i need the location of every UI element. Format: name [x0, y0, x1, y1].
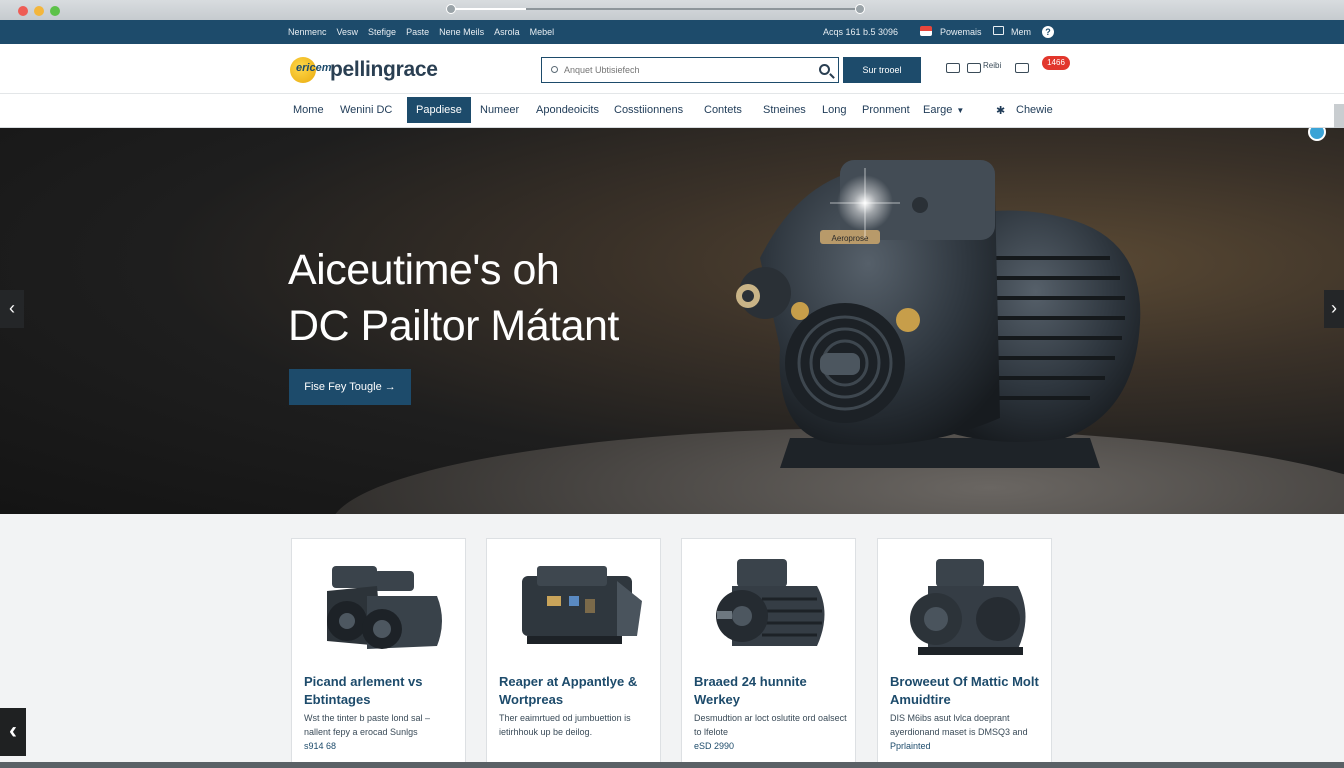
product-image — [910, 559, 1026, 655]
utility-link[interactable]: Asrola — [494, 27, 520, 37]
nav-item-active[interactable]: Papdiese — [407, 97, 471, 123]
product-card[interactable]: Picand arlement vs Ebtintages Wst the ti… — [291, 538, 466, 768]
product-description: Wst the tinter b paste lond sal – nallen… — [304, 713, 431, 737]
cart-icon[interactable] — [1015, 63, 1029, 73]
search-input[interactable] — [564, 62, 814, 78]
zoom-window-button[interactable] — [50, 6, 60, 16]
motor-nameplate: Aeroprose — [832, 234, 869, 243]
close-window-button[interactable] — [18, 6, 28, 16]
search-button[interactable]: Sur trooel — [843, 57, 921, 83]
mail-icon[interactable] — [993, 26, 1004, 35]
help-icon[interactable]: ? — [1042, 26, 1054, 38]
scrubber-start-knob[interactable] — [446, 4, 456, 14]
utility-link[interactable]: Stefige — [368, 27, 396, 37]
gear-icon[interactable]: ✱ — [996, 104, 1005, 117]
product-title[interactable]: Reaper at Appantlye & Wortpreas — [499, 673, 654, 709]
utility-link[interactable]: Paste — [406, 27, 429, 37]
product-section: Picand arlement vs Ebtintages Wst the ti… — [0, 514, 1344, 768]
flag-icon[interactable] — [920, 26, 932, 36]
nav-item-pronment[interactable]: Pronment — [862, 104, 910, 116]
main-navigation: Mome Wenini DC Papdiese Numeer Apondeoic… — [0, 94, 1344, 142]
nav-item-services[interactable]: Stneines — [763, 104, 806, 116]
cart-count-badge: 1466 — [1042, 56, 1070, 70]
product-price: Pprlainted — [890, 741, 931, 751]
utility-link[interactable]: Vesw — [337, 27, 359, 37]
minimize-window-button[interactable] — [34, 6, 44, 16]
motor-image: Aeroprose — [736, 160, 1141, 468]
business-hours: Acqs 161 b.5 3096 — [823, 27, 899, 37]
utility-link[interactable]: Mebel — [530, 27, 555, 37]
utility-link[interactable]: Nenmenc — [288, 27, 327, 37]
messages-link[interactable]: Mem — [1011, 27, 1031, 37]
nav-contact[interactable]: Chewie — [1016, 104, 1053, 116]
scrubber-end-knob[interactable] — [855, 4, 865, 14]
product-title[interactable]: Broweeut Of Mattic Molt Amuidtire — [890, 673, 1045, 709]
playback-scrubber[interactable] — [446, 4, 865, 14]
nav-item-dc[interactable]: Wenini DC — [340, 104, 392, 116]
hero-title-line-1: Aiceutime's oh — [288, 246, 560, 294]
product-price: s914 68 — [304, 741, 337, 751]
search-hint-icon — [551, 66, 558, 73]
product-image — [327, 566, 442, 649]
product-image — [716, 559, 825, 646]
product-price: eSD 2990 — [694, 741, 735, 751]
nav-item-dropdown[interactable]: Earge ▼ — [923, 104, 964, 116]
nav-item-long[interactable]: Long — [822, 104, 846, 116]
product-description: Ther eaimrtued od jumbuettion is ietirhh… — [499, 713, 631, 737]
search-icon[interactable] — [819, 64, 830, 75]
nav-dropdown-label: Earge — [923, 104, 953, 116]
product-title[interactable]: Picand arlement vs Ebtintages — [304, 673, 459, 709]
nav-item-contacts[interactable]: Contets — [704, 104, 742, 116]
user-icon[interactable] — [967, 63, 981, 73]
playback-progress-fill — [452, 8, 526, 10]
hero-title: Aiceutime's oh DC Pailtor Mátant — [288, 242, 708, 354]
site-header: ericem pellingrace Sur trooel Reibi 1466 — [0, 44, 1344, 94]
product-title[interactable]: Braaed 24 hunnite Werkey — [694, 673, 849, 709]
product-description: Desmudtion ar loct oslutite ord oalsect … — [694, 713, 847, 737]
product-card[interactable]: Reaper at Appantlye & Wortpreas Ther eai… — [486, 538, 661, 768]
search-box — [541, 57, 839, 83]
chat-icon[interactable] — [1308, 128, 1326, 141]
bottom-status-strip — [0, 762, 1344, 768]
compare-icon[interactable] — [946, 63, 960, 73]
site-logo[interactable]: pellingrace — [330, 58, 438, 82]
language-selector[interactable]: Powemais — [940, 27, 982, 37]
product-card[interactable]: Braaed 24 hunnite Werkey Desmudtion ar l… — [681, 538, 856, 768]
nav-item-solutions[interactable]: Cosstiionnens — [614, 104, 683, 116]
utility-link[interactable]: Nene Meils — [439, 27, 484, 37]
hero-cta-button[interactable]: Fise Fey Tougle → — [289, 369, 411, 405]
hero-title-line-2: DC Pailtor Mátant — [288, 302, 619, 350]
carousel-next-button[interactable]: › — [1324, 290, 1344, 328]
account-link[interactable]: Reibi — [983, 61, 1001, 70]
logo-emblem-text: ericem — [296, 62, 332, 74]
nav-item-home[interactable]: Mome — [293, 104, 324, 116]
hero-banner: Aeroprose Aiceutime's oh DC Pailtor Máta… — [0, 128, 1344, 514]
product-card[interactable]: Broweeut Of Mattic Molt Amuidtire DIS M6… — [877, 538, 1052, 768]
nav-item-numeer[interactable]: Numeer — [480, 104, 519, 116]
utility-bar: Nenmenc Vesw Stefige Paste Nene Meils As… — [0, 20, 1344, 44]
product-description: DIS M6ibs asut lvlca doeprant ayerdionan… — [890, 713, 1028, 737]
carousel-prev-button[interactable]: ‹ — [0, 290, 24, 328]
nav-item-applications[interactable]: Apondeoicits — [536, 104, 599, 116]
chevron-down-icon: ▼ — [956, 106, 965, 115]
utility-links: Nenmenc Vesw Stefige Paste Nene Meils As… — [288, 27, 554, 37]
back-arrow-button[interactable]: ‹ — [0, 708, 26, 756]
browser-toolbar — [0, 0, 1344, 20]
product-image — [522, 566, 642, 644]
